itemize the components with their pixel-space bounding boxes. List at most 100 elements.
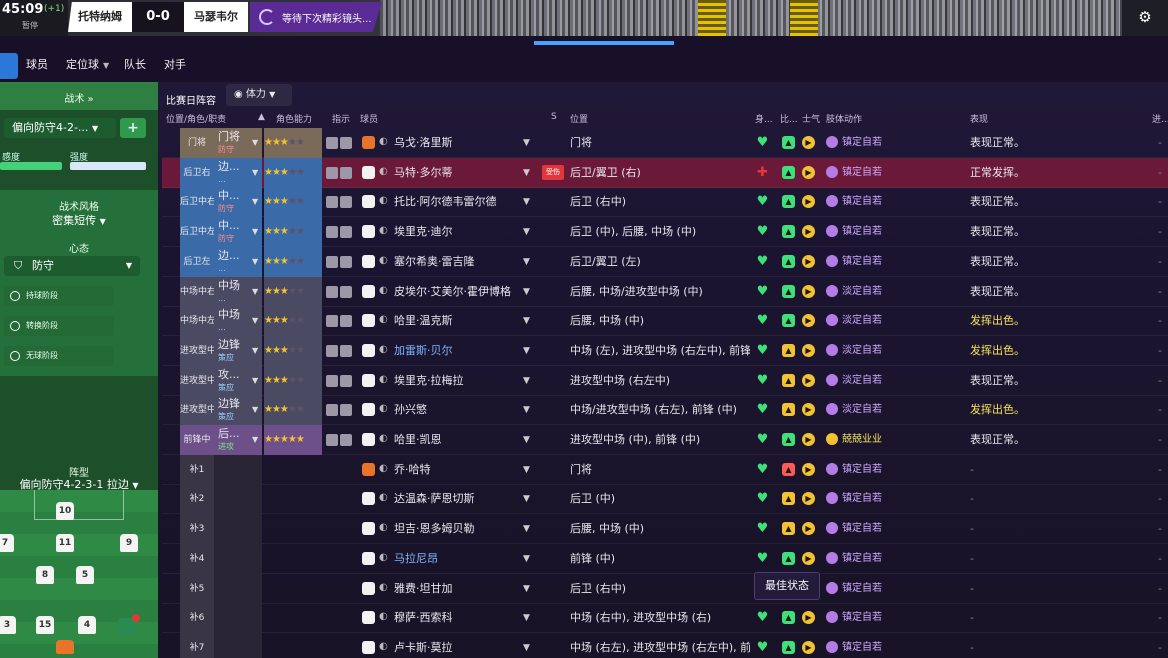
- mentality-select[interactable]: ⛉ 防守 ▼: [4, 256, 140, 276]
- position-slot[interactable]: 补4: [180, 543, 214, 574]
- role-cell[interactable]: [214, 603, 262, 634]
- pitch-player-shirt[interactable]: 3: [0, 616, 16, 634]
- player-name[interactable]: 穆萨·西索科: [360, 603, 525, 633]
- chevron-down-icon[interactable]: ▼: [523, 395, 533, 425]
- position-slot[interactable]: 后卫中左: [180, 217, 214, 248]
- chevron-down-icon[interactable]: ▼: [523, 247, 533, 277]
- chevron-down-icon[interactable]: ▼: [523, 633, 533, 658]
- table-row[interactable]: 补7◐卢卡斯·莫拉▼中场 (右左), 进攻型中场 (右左中), 前锋 (中)♥▲…: [162, 632, 1168, 658]
- player-name[interactable]: 加雷斯·贝尔: [360, 336, 525, 366]
- nav-set-pieces[interactable]: 定位球 ▼: [66, 56, 109, 72]
- player-name[interactable]: 塞尔希奥·雷吉隆: [360, 247, 525, 277]
- role-cell[interactable]: [214, 632, 262, 658]
- pitch-player-shirt[interactable]: 4: [78, 616, 96, 634]
- table-row[interactable]: 补5◐雅费·坦甘加▼后卫 (右中)♥▲▶镇定自若--: [162, 573, 1168, 604]
- table-row[interactable]: 补3 ◐ 坦吉·恩多姆贝勒 ▼ 后腰, 中场 (中) ♥ ▲ ▶ 镇定自若 - -: [162, 514, 1168, 545]
- out-of-possession-button[interactable]: 无球阶段: [4, 346, 114, 366]
- chevron-down-icon[interactable]: ▼: [523, 455, 533, 485]
- chevron-down-icon[interactable]: ▼: [252, 376, 258, 385]
- chevron-down-icon[interactable]: ▼: [252, 197, 258, 206]
- table-row[interactable]: 后卫中左 中... 防守 ▼ ★★★★★ ◐ 埃里克·迪尔 ▼ 后卫 (中), 后腰, 中场 (…: [162, 217, 1168, 248]
- table-row[interactable]: 中场中右 中场... ▼ ★★★★★ ◐ 皮埃尔·艾美尔·霍伊博格 ▼ 后腰, 中场/进攻型中…: [162, 276, 1168, 307]
- role-cell[interactable]: [214, 484, 262, 515]
- chevron-down-icon[interactable]: ▼: [252, 435, 258, 444]
- table-row[interactable]: 后卫中右 中... 防守 ▼ ★★★★★ ◐ 托比·阿尔德韦雷尔德 ▼ 后卫 (右中) ♥ ▲ ▶ 镇定…: [162, 187, 1168, 218]
- position-slot[interactable]: 补1: [180, 454, 214, 485]
- header-s[interactable]: S: [551, 112, 557, 122]
- header-player[interactable]: 球员: [360, 112, 378, 125]
- nav-players[interactable]: 球员: [26, 56, 48, 72]
- chevron-down-icon[interactable]: ▼: [523, 277, 533, 307]
- position-slot[interactable]: 后卫中右: [180, 187, 214, 218]
- chevron-down-icon[interactable]: ▼: [252, 227, 258, 236]
- table-row[interactable]: 补4 ◐ 马拉尼昂 ▼ 前锋 (中) ♥ ▲ ▶ 镇定自若 - -: [162, 543, 1168, 574]
- instructions-icons[interactable]: [326, 247, 356, 277]
- header-role-ability[interactable]: 角色能力: [276, 112, 312, 125]
- club-badge-icon[interactable]: [0, 53, 18, 79]
- nav-captains[interactable]: 队长: [124, 56, 146, 72]
- position-slot[interactable]: 进攻型中...: [180, 365, 214, 396]
- position-slot[interactable]: 后卫右: [180, 157, 214, 188]
- chevron-down-icon[interactable]: ▼: [252, 138, 258, 147]
- position-slot[interactable]: 补3: [180, 514, 214, 545]
- position-slot[interactable]: 进攻型中...: [180, 335, 214, 366]
- instructions-icons[interactable]: [326, 217, 356, 247]
- instructions-icons[interactable]: [326, 306, 356, 336]
- header-position[interactable]: 位置: [570, 112, 588, 125]
- player-name[interactable]: 托比·阿尔德韦雷尔德: [360, 187, 525, 217]
- position-slot[interactable]: 中场中右: [180, 276, 214, 307]
- player-name[interactable]: 马特·多尔蒂: [360, 158, 525, 188]
- filter-label[interactable]: 比赛日阵容: [166, 92, 216, 107]
- chevron-down-icon[interactable]: ▼: [523, 366, 533, 396]
- role-cell[interactable]: [214, 514, 262, 545]
- position-slot[interactable]: 后卫左: [180, 246, 214, 277]
- pitch-player-shirt[interactable]: 10: [56, 502, 74, 520]
- instructions-icons[interactable]: [326, 128, 356, 158]
- pitch-player-shirt[interactable]: 7: [0, 534, 14, 552]
- player-name[interactable]: 卢卡斯·莫拉: [360, 633, 525, 658]
- chevron-down-icon[interactable]: ▼: [523, 158, 533, 188]
- chevron-down-icon[interactable]: ▼: [252, 257, 258, 266]
- chevron-down-icon[interactable]: ▼: [523, 187, 533, 217]
- chevron-down-icon[interactable]: ▼: [523, 574, 533, 604]
- pitch-player-shirt[interactable]: 9: [120, 534, 138, 552]
- role-cell[interactable]: [214, 573, 262, 604]
- instructions-icons[interactable]: [326, 366, 356, 396]
- header-morale[interactable]: 士气: [802, 112, 820, 125]
- nav-opposition[interactable]: 对手: [164, 56, 186, 72]
- position-slot[interactable]: 补5: [180, 573, 214, 604]
- table-row[interactable]: 进攻型中...边锋策应▼★★★★★◐孙兴慜▼中场/进攻型中场 (右左), 前锋 …: [162, 395, 1168, 426]
- player-name[interactable]: 埃里克·迪尔: [360, 217, 525, 247]
- view-select[interactable]: ◉ 体力 ▼: [226, 84, 292, 106]
- role-cell[interactable]: [214, 454, 262, 485]
- instructions-icons[interactable]: [326, 425, 356, 455]
- position-slot[interactable]: 前锋中: [180, 425, 214, 455]
- chevron-down-icon[interactable]: ▼: [523, 128, 533, 158]
- position-slot[interactable]: 进攻型中...: [180, 395, 214, 426]
- player-name[interactable]: 哈里·凯恩: [360, 425, 525, 455]
- chevron-down-icon[interactable]: ▼: [252, 316, 258, 325]
- chevron-down-icon[interactable]: ▼: [252, 287, 258, 296]
- player-name[interactable]: 坦吉·恩多姆贝勒: [360, 514, 525, 544]
- instructions-icons[interactable]: [326, 158, 356, 188]
- table-row[interactable]: 补1 ◐ 乔·哈特 ▼ 门将 ♥ ▲ ▶ 镇定自若 - -: [162, 454, 1168, 485]
- in-possession-button[interactable]: 持球阶段: [4, 286, 114, 306]
- position-slot[interactable]: 补6: [180, 603, 214, 634]
- player-name[interactable]: 哈里·温克斯: [360, 306, 525, 336]
- style-select[interactable]: 密集短传 ▼: [0, 212, 158, 228]
- table-row[interactable]: 补2 ◐ 达温森·萨恩切斯 ▼ 后卫 (中) ♥ ▲ ▶ 镇定自若 - -: [162, 484, 1168, 515]
- chevron-down-icon[interactable]: ▼: [523, 514, 533, 544]
- player-name[interactable]: 马拉尼昂: [360, 544, 525, 574]
- pitch-player-shirt[interactable]: 5: [76, 566, 94, 584]
- table-row[interactable]: 后卫左 边...... ▼ ★★★★★ ◐ 塞尔希奥·雷吉隆 ▼ 后卫/翼卫 (左) ♥ ▲ ▶ 镇定…: [162, 246, 1168, 277]
- player-name[interactable]: 皮埃尔·艾美尔·霍伊博格: [360, 277, 525, 307]
- table-row[interactable]: 前锋中 后... 进攻 ▼ ★★★★★ ◐ 哈里·凯恩 ▼ 进攻型中场 (中), 前锋 (中) ♥…: [162, 425, 1168, 455]
- instructions-icons[interactable]: [326, 395, 356, 425]
- chevron-down-icon[interactable]: ▼: [252, 346, 258, 355]
- player-name[interactable]: 埃里克·拉梅拉: [360, 366, 525, 396]
- table-row[interactable]: 进攻型中...边锋策应▼★★★★★◐加雷斯·贝尔▼中场 (左), 进攻型中场 (…: [162, 335, 1168, 366]
- tactic-header[interactable]: 战术 »: [0, 82, 158, 110]
- position-slot[interactable]: 补7: [180, 632, 214, 658]
- position-slot[interactable]: 中场中左: [180, 306, 214, 337]
- header-performance[interactable]: 表现: [970, 112, 988, 125]
